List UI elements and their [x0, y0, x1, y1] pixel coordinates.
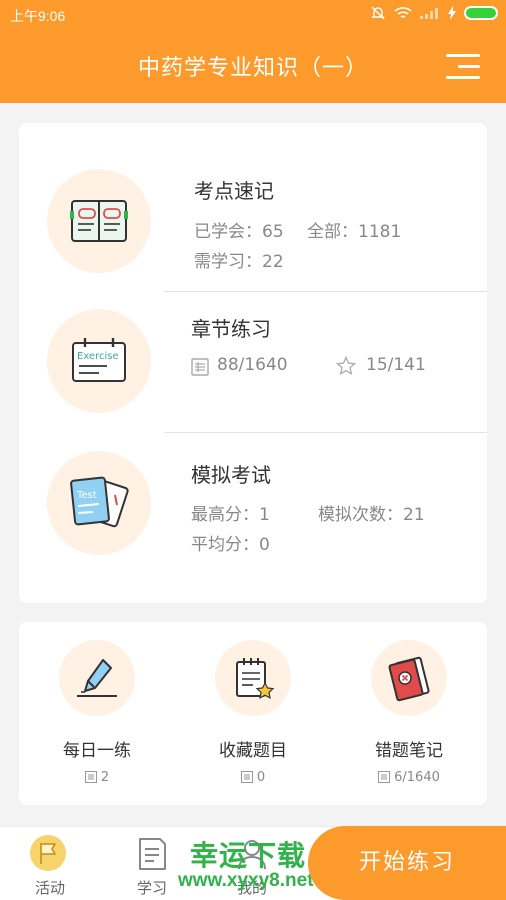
start-practice-button[interactable]: 开始练习: [308, 826, 506, 900]
question-list-icon: [84, 771, 97, 783]
test-papers-icon: Test: [70, 476, 129, 528]
flag-icon: [30, 835, 66, 871]
mock-attempts: 模拟次数：21: [318, 505, 425, 525]
study-modes-card: 考点速记 已学会：65 全部：1181 需学习：22 Exercise 章节练习…: [19, 123, 487, 603]
question-list-icon: [378, 771, 391, 783]
tool-count: 6/1640: [331, 770, 487, 785]
page-title: 中药学专业知识（一）: [137, 56, 368, 81]
watermark-url: www.xyxy8.net: [178, 870, 314, 891]
question-list-icon: [240, 771, 253, 783]
tool-label: 错题笔记: [375, 741, 443, 761]
practiced-count: 88/1640: [217, 355, 288, 375]
wifi-icon: [394, 7, 412, 18]
menu-icon: [446, 54, 480, 57]
pen-icon: [77, 659, 117, 697]
status-bar: 上午9:06: [0, 0, 506, 30]
tool-error-notes[interactable]: 错题笔记 6/1640: [331, 622, 487, 805]
to-learn-count: 需学习：22: [194, 252, 284, 272]
error-notebook-icon: [388, 656, 430, 702]
charging-icon: [448, 6, 456, 20]
tool-daily-practice[interactable]: 每日一练 2: [19, 622, 175, 805]
tool-favorites[interactable]: 收藏题目 0: [175, 622, 331, 805]
tool-count: 0: [175, 770, 331, 785]
exercise-icon-text: Exercise: [77, 351, 119, 362]
flashcards-icon-circle: [47, 169, 151, 273]
exercise-calendar-icon: Exercise: [72, 338, 126, 382]
tool-count: 2: [19, 770, 175, 785]
notepad-star-icon: [236, 658, 275, 700]
mute-bell-icon: [371, 6, 385, 20]
test-icon-text: Test: [76, 490, 97, 501]
nav-item-activity[interactable]: 活动: [20, 831, 80, 897]
section-title: 章节练习: [191, 317, 271, 341]
flashcard-book-icon: [70, 200, 128, 242]
watermark-text: 幸运下载: [190, 839, 307, 872]
tool-label: 收藏题目: [219, 741, 287, 761]
tool-label: 每日一练: [63, 741, 131, 761]
average-score: 平均分：0: [191, 535, 270, 555]
favorites-icon-circle: [215, 640, 291, 716]
chapter-practice-icon-circle: Exercise: [47, 309, 151, 413]
tool-count-value: 6/1640: [394, 770, 440, 785]
section-flashcards[interactable]: 考点速记 已学会：65 全部：1181 需学习：22: [19, 143, 487, 283]
status-icons: [370, 5, 498, 21]
menu-button[interactable]: [446, 52, 480, 80]
section-mock-exam[interactable]: Test 模拟考试 最高分：1 模拟次数：21 平均分：0: [19, 432, 487, 572]
app-header: 上午9:06 中药学专业知识（一）: [0, 0, 506, 103]
battery-icon: [464, 6, 498, 20]
quick-tools-card: 每日一练 2 收藏题目 0 错题笔记 6/1640: [19, 622, 487, 805]
menu-icon-line: [446, 76, 480, 79]
error-notes-icon-circle: [371, 640, 447, 716]
status-time: 上午9:06: [10, 8, 66, 24]
question-list-icon: [191, 358, 209, 376]
nav-label: 活动: [34, 879, 65, 897]
section-chapter-practice[interactable]: Exercise 章节练习 88/1640 15/141: [19, 291, 487, 431]
learned-count: 已学会：65: [194, 222, 284, 242]
tool-count-value: 0: [256, 770, 266, 785]
tool-count-value: 2: [100, 770, 110, 785]
favorites-count: 15/141: [366, 355, 426, 375]
menu-icon-line: [458, 65, 480, 68]
mock-exam-icon-circle: Test: [47, 451, 151, 555]
best-score: 最高分：1: [191, 505, 270, 525]
signal-icon: [420, 8, 438, 19]
daily-practice-icon-circle: [59, 640, 135, 716]
section-title: 模拟考试: [191, 463, 271, 487]
section-title: 考点速记: [194, 179, 274, 203]
document-icon: [139, 838, 166, 870]
star-outline-icon: [336, 356, 356, 376]
total-count: 全部：1181: [307, 222, 402, 242]
